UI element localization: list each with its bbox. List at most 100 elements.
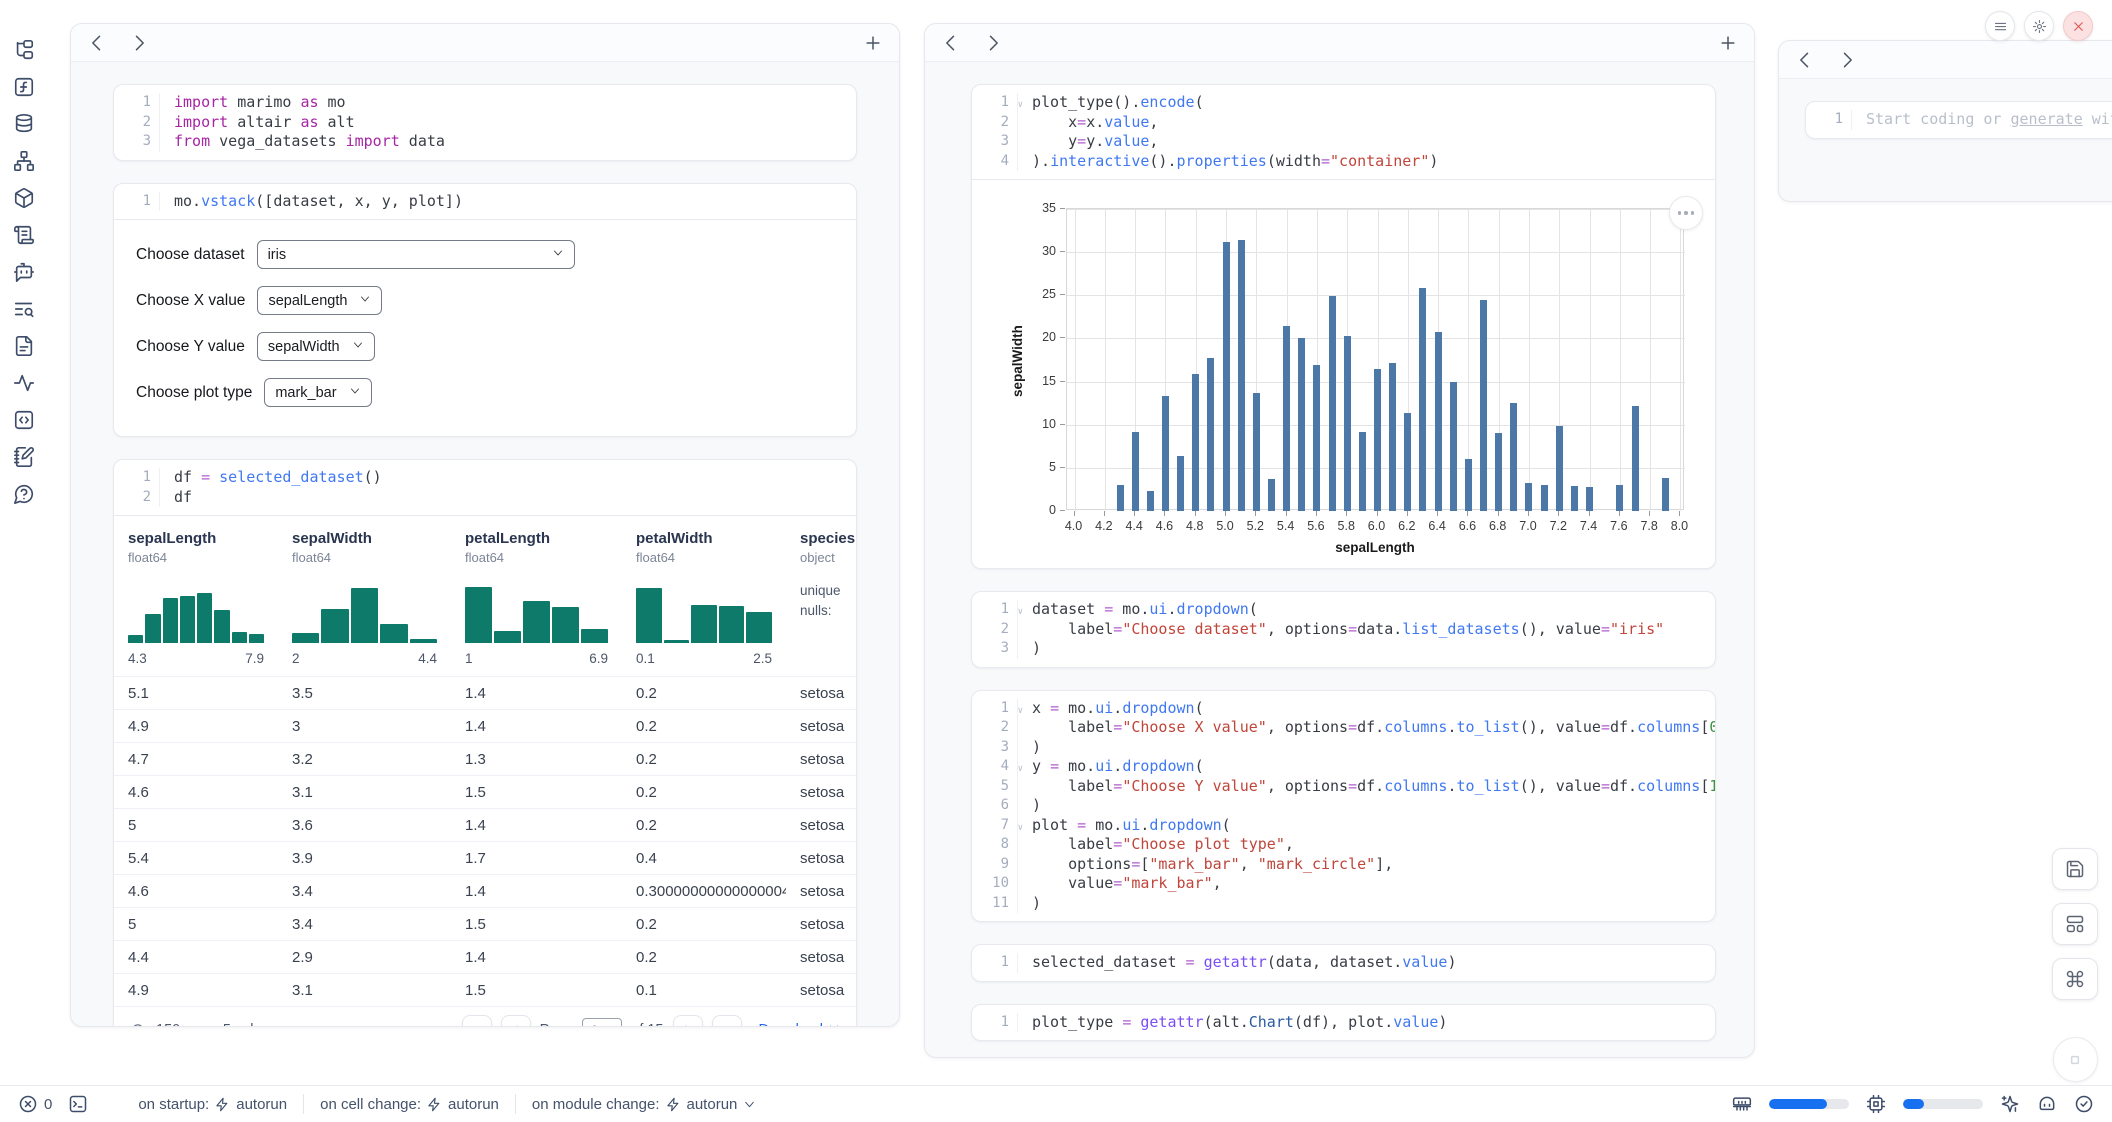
close-button[interactable] xyxy=(2063,11,2093,41)
fold-chevron-icon[interactable]: ∨ xyxy=(1018,760,1023,780)
gridline-horizontal xyxy=(1067,209,1685,210)
y-tick-label: 15 xyxy=(1026,374,1056,388)
code-editor[interactable]: 1∨23dataset = mo.ui.dropdown( label="Cho… xyxy=(972,592,1715,667)
code-cell: 1∨234plot_type().encode( x=x.value, y=y.… xyxy=(971,84,1716,569)
code-editor[interactable]: 123import marimo as moimport altair as a… xyxy=(114,85,856,160)
table-row[interactable]: 5.43.91.70.4setosa xyxy=(114,841,856,874)
choose-y-value-select[interactable]: sepalWidth xyxy=(257,332,375,361)
fold-chevron-icon[interactable]: ∨ xyxy=(1018,702,1023,722)
chart-plot-area[interactable] xyxy=(1066,208,1684,510)
last-page-button[interactable] xyxy=(712,1015,742,1027)
chart-bar xyxy=(1480,300,1487,511)
code-line: y = mo.ui.dropdown( xyxy=(1032,757,1715,777)
table-row[interactable]: 53.41.50.2setosa xyxy=(114,907,856,940)
sidebar-item-list-search[interactable] xyxy=(13,297,36,320)
code-editor[interactable]: 1selected_dataset = getattr(data, datase… xyxy=(972,945,1715,981)
sidebar-item-bot-chat[interactable] xyxy=(13,260,36,283)
table-row[interactable]: 4.42.91.40.2setosa xyxy=(114,940,856,973)
sidebar-item-file-text[interactable] xyxy=(13,334,36,357)
error-count-indicator[interactable]: 0 xyxy=(18,1094,52,1114)
histogram-bar xyxy=(292,633,319,643)
command-button[interactable] xyxy=(2052,958,2098,1000)
table-column-header[interactable]: sepalWidthfloat6424.4 xyxy=(278,530,451,676)
code-editor[interactable]: 1mo.vstack([dataset, x, y, plot]) xyxy=(114,184,856,220)
table-column-header[interactable]: speciesobjectuniquenulls: xyxy=(786,530,856,676)
circle-check-button[interactable] xyxy=(2074,1094,2094,1114)
panel-next-button[interactable] xyxy=(129,33,149,53)
sidebar-item-help-bubble[interactable] xyxy=(13,482,36,505)
panel-prev-button[interactable] xyxy=(87,33,107,53)
add-cell-button[interactable] xyxy=(863,33,883,53)
fold-chevron-icon[interactable]: ∨ xyxy=(1018,819,1023,839)
settings-button[interactable] xyxy=(2024,11,2054,41)
y-tick-label: 30 xyxy=(1026,244,1056,258)
run-mode-2[interactable]: on cell change:autorun xyxy=(320,1096,499,1113)
x-tick-label: 6.4 xyxy=(1420,519,1454,533)
add-cell-button[interactable] xyxy=(1718,33,1738,53)
chart-bar xyxy=(1192,374,1199,511)
table-row[interactable]: 53.61.40.2setosa xyxy=(114,808,856,841)
sidebar-item-scroll-text[interactable] xyxy=(13,223,36,246)
sidebar-item-database[interactable] xyxy=(13,112,36,135)
table-row[interactable]: 4.93.11.50.1setosa xyxy=(114,973,856,1006)
chart-actions-button[interactable] xyxy=(1669,196,1703,230)
page-label: Page xyxy=(540,1022,574,1027)
table-row[interactable]: 4.63.41.40.30000000000000004setosa xyxy=(114,874,856,907)
page-number-select[interactable]: 1 xyxy=(582,1018,622,1028)
code-editor[interactable]: 12df = selected_dataset()df xyxy=(114,460,856,515)
chart-output: 4.04.24.44.64.85.05.25.45.65.86.06.26.46… xyxy=(972,180,1715,568)
x-tickmark xyxy=(1286,511,1287,516)
table-row[interactable]: 4.931.40.2setosa xyxy=(114,709,856,742)
sidebar-item-network[interactable] xyxy=(13,149,36,172)
next-page-button[interactable] xyxy=(673,1015,703,1027)
run-mode-3[interactable]: on module change:autorun xyxy=(532,1096,756,1113)
x-tick-label: 4.6 xyxy=(1147,519,1181,533)
run-mode-value: autorun xyxy=(448,1096,499,1113)
panel-prev-button[interactable] xyxy=(941,33,961,53)
panel-next-button[interactable] xyxy=(983,33,1003,53)
menu-button[interactable] xyxy=(1985,11,2015,41)
table-row[interactable]: 4.63.11.50.2setosa xyxy=(114,775,856,808)
run-mode-1[interactable]: on startup:autorun xyxy=(138,1096,287,1113)
table-cell: 0.4 xyxy=(622,850,786,867)
gridline-vertical xyxy=(1590,209,1591,511)
code-editor[interactable]: 1plot_type = getattr(alt.Chart(df), plot… xyxy=(972,1005,1715,1041)
code-editor[interactable]: 1∨234plot_type().encode( x=x.value, y=y.… xyxy=(972,85,1715,179)
x-tickmark xyxy=(1467,511,1468,516)
panel-prev-button[interactable] xyxy=(1795,50,1815,70)
table-column-header[interactable]: sepalLengthfloat644.37.9 xyxy=(114,530,278,676)
sidebar-item-file-tree[interactable] xyxy=(13,38,36,61)
table-column-header[interactable]: petalWidthfloat640.12.5 xyxy=(622,530,786,676)
code-editor[interactable]: 1∨234∨567∨891011x = mo.ui.dropdown( labe… xyxy=(972,691,1715,922)
download-button[interactable]: Download xyxy=(759,1022,841,1027)
stop-button[interactable] xyxy=(2053,1037,2098,1082)
search-icon[interactable] xyxy=(130,1022,147,1028)
table-row[interactable]: 5.13.51.40.2setosa xyxy=(114,676,856,709)
x-tick-label: 7.4 xyxy=(1572,519,1606,533)
prev-page-button[interactable] xyxy=(501,1015,531,1027)
table-row[interactable]: 4.73.21.30.2setosa xyxy=(114,742,856,775)
fold-chevron-icon[interactable]: ∨ xyxy=(1018,603,1023,623)
cell-output: 4.04.24.44.64.85.05.25.45.65.86.06.26.46… xyxy=(972,179,1715,568)
sidebar-item-function-square[interactable] xyxy=(13,75,36,98)
save-button[interactable] xyxy=(2052,848,2098,890)
first-page-button[interactable] xyxy=(462,1015,492,1027)
table-column-header[interactable]: petalLengthfloat6416.9 xyxy=(451,530,622,676)
terminal-button[interactable] xyxy=(68,1094,88,1114)
sparkles-button[interactable] xyxy=(2000,1094,2020,1114)
fold-chevron-icon[interactable]: ∨ xyxy=(1018,96,1023,116)
choose-x-value-select[interactable]: sepalLength xyxy=(257,286,382,315)
sidebar-item-activity[interactable] xyxy=(13,371,36,394)
sidebar-item-package[interactable] xyxy=(13,186,36,209)
sidebar-item-code-snippet[interactable] xyxy=(13,408,36,431)
line-number: 2 xyxy=(114,113,153,133)
sidebar-item-notebook-pen[interactable] xyxy=(13,445,36,468)
choose-plot-type-select[interactable]: mark_bar xyxy=(264,378,371,407)
copilot-button[interactable] xyxy=(2037,1094,2057,1114)
choose-dataset-select[interactable]: iris xyxy=(257,240,575,269)
code-editor[interactable]: 1Start coding or generate with AI. xyxy=(1806,102,2112,138)
dropdown-row: Choose X valuesepalLength xyxy=(136,286,834,315)
panel-next-button[interactable] xyxy=(1837,50,1857,70)
layout-grid-button[interactable] xyxy=(2052,903,2098,945)
generate-link[interactable]: generate xyxy=(2011,110,2083,128)
